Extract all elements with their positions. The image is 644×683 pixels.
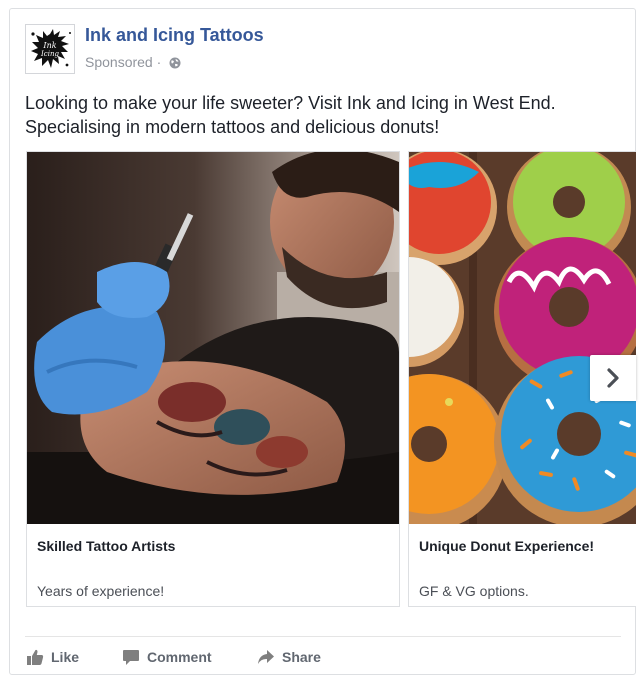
- comment-label: Comment: [147, 649, 212, 665]
- page-name-link[interactable]: Ink and Icing Tattoos: [85, 25, 264, 46]
- share-button[interactable]: Share: [257, 645, 321, 669]
- tattoo-artist-image[interactable]: [27, 152, 399, 524]
- post-text: Looking to make your life sweeter? Visit…: [25, 91, 625, 139]
- share-arrow-icon: [258, 650, 274, 664]
- card-description: GF & VG options.: [419, 583, 529, 599]
- carousel-next-button[interactable]: [590, 355, 636, 401]
- svg-text:Icing: Icing: [40, 50, 59, 58]
- post-text-line: Specialising in modern tattoos and delic…: [25, 117, 440, 137]
- carousel-card[interactable]: Skilled Tattoo Artists Years of experien…: [26, 151, 400, 607]
- post-text-line: Looking to make your life sweeter? Visit…: [25, 93, 556, 113]
- comment-icon: [123, 650, 139, 665]
- carousel: Skilled Tattoo Artists Years of experien…: [26, 151, 636, 607]
- donuts-image[interactable]: [409, 152, 636, 524]
- ink-splat-logo-icon: Ink Icing: [31, 29, 71, 68]
- card-description: Years of experience!: [37, 583, 165, 599]
- sponsored-label[interactable]: Sponsored: [85, 54, 153, 70]
- page-avatar[interactable]: Ink Icing: [25, 24, 75, 74]
- globe-icon[interactable]: [169, 56, 181, 72]
- card-title[interactable]: Unique Donut Experience!: [419, 538, 594, 554]
- comment-button[interactable]: Comment: [122, 645, 212, 669]
- meta-separator: ·: [156, 54, 162, 70]
- like-button[interactable]: Like: [26, 645, 79, 669]
- thumbs-up-icon: [27, 649, 44, 665]
- share-label: Share: [282, 649, 321, 665]
- post-meta: Sponsored ·: [85, 54, 181, 72]
- svg-text:Ink: Ink: [42, 41, 56, 50]
- sponsored-post: Ink Icing Ink and Icing Tattoos Sponsore…: [9, 8, 636, 675]
- card-title[interactable]: Skilled Tattoo Artists: [37, 538, 175, 554]
- actions-divider: [25, 636, 621, 637]
- chevron-right-icon: [607, 368, 619, 388]
- like-label: Like: [51, 649, 80, 665]
